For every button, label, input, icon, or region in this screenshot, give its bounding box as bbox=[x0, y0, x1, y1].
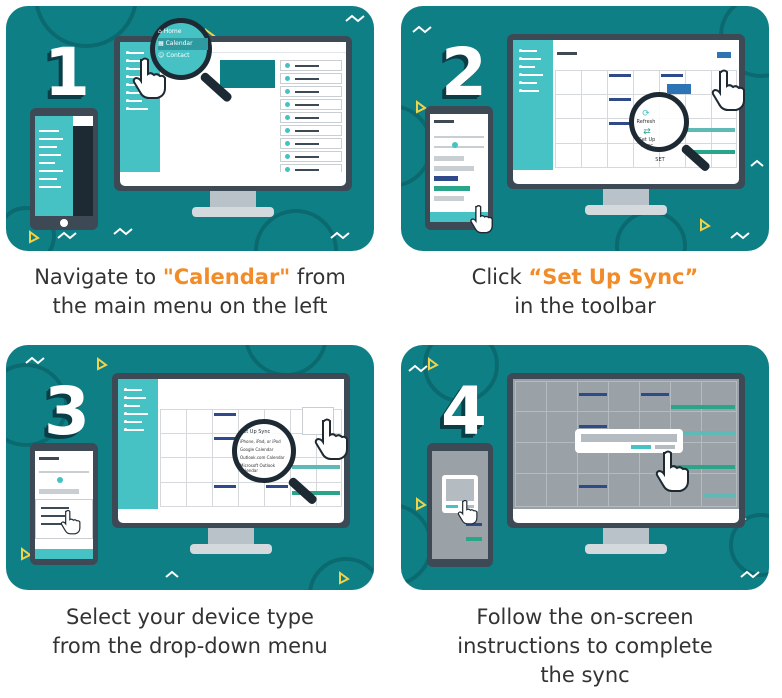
step-3-panel: 3 Set Up Sync iPhone, iPad, or iPod Goog… bbox=[6, 345, 374, 590]
phone bbox=[427, 443, 493, 567]
step-number: 3 bbox=[44, 373, 90, 450]
device-type-dropdown[interactable]: Set Up Sync iPhone, iPad, or iPod Google… bbox=[240, 429, 294, 473]
phone bbox=[425, 106, 493, 234]
step-number: 4 bbox=[441, 373, 487, 450]
pointer-hand-icon bbox=[655, 450, 689, 492]
pointer-hand-icon bbox=[470, 205, 493, 234]
sync-icon: ⇄ bbox=[643, 127, 651, 137]
step-1-caption: Navigate to "Calendar" from the main men… bbox=[34, 265, 346, 318]
step-2-panel: 2 ⟳ Refresh ⇄ Set Up Sync SET bbox=[401, 6, 769, 251]
refresh-button[interactable]: ⟳ Refresh bbox=[635, 109, 657, 125]
pointer-hand-icon bbox=[457, 499, 478, 525]
main-menu-sidebar bbox=[118, 379, 158, 509]
pointer-hand-icon bbox=[314, 418, 348, 460]
pointer-hand-icon bbox=[60, 509, 81, 535]
refresh-icon: ⟳ bbox=[642, 109, 650, 119]
main-menu-sidebar bbox=[513, 40, 553, 170]
pointer-hand-icon bbox=[711, 69, 745, 111]
dropdown-option[interactable]: Microsoft Outlook Calendar bbox=[240, 463, 294, 473]
dropdown-header: Set Up Sync bbox=[240, 429, 271, 435]
step-number: 2 bbox=[441, 34, 487, 111]
home-icon: ⌂ bbox=[158, 28, 162, 35]
phone bbox=[30, 443, 98, 565]
phone bbox=[30, 108, 98, 230]
menu-item-calendar[interactable]: ▦ Calendar bbox=[158, 38, 208, 50]
dialog-confirm-button[interactable] bbox=[631, 445, 651, 449]
toolbar-zoom: ⟳ Refresh ⇄ Set Up Sync SET bbox=[635, 109, 665, 163]
calendar-icon: ▦ bbox=[158, 40, 164, 47]
set-up-sync-button[interactable]: ⇄ Set Up Sync bbox=[635, 127, 659, 149]
dropdown-option[interactable]: iPhone, iPad, or iPod bbox=[240, 439, 294, 447]
menu-item-home[interactable]: ⌂ Home bbox=[158, 26, 208, 38]
toolbar-highlight bbox=[667, 84, 691, 94]
dropdown-option[interactable]: Google Calendar bbox=[240, 447, 294, 455]
step-4-panel: 4 bbox=[401, 345, 769, 590]
step-4-caption: Follow the on-screen instructions to com… bbox=[457, 605, 713, 687]
step-1-panel: 1 ⌂ Home ▦ Calendar ☺ Contact bbox=[6, 6, 374, 251]
step-3-caption: Select your device type from the drop-do… bbox=[52, 605, 328, 658]
step-2-caption: Click “Set Up Sync” in the toolbar bbox=[471, 265, 699, 318]
dropdown-option[interactable]: Outlook.com Calendar bbox=[240, 455, 294, 463]
pointer-hand-icon bbox=[132, 57, 166, 99]
step-number: 1 bbox=[44, 34, 90, 111]
